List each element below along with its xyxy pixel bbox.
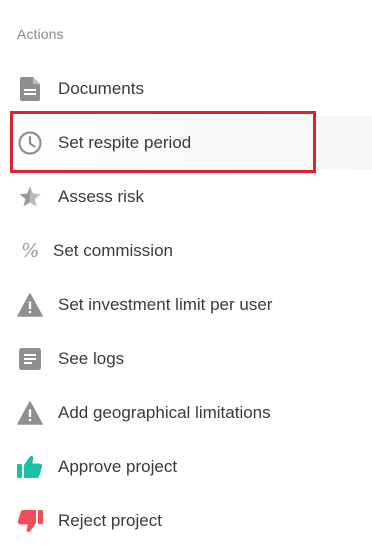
warning-icon [17,400,43,426]
action-label: Reject project [58,511,162,530]
action-label: Add geographical limitations [58,403,271,422]
action-label: Assess risk [58,187,144,206]
actions-section-title: Actions [17,26,64,42]
action-label: Approve project [58,457,178,476]
action-set-respite-period[interactable]: Set respite period [0,116,372,170]
action-add-geographical-limitations[interactable]: Add geographical limitations [0,386,372,440]
action-assess-risk[interactable]: Assess risk [0,170,372,224]
thumbs-up-icon [17,454,43,480]
action-set-commission[interactable]: % Set commission [0,224,372,278]
log-icon [17,346,43,372]
warning-icon [17,292,43,318]
action-label: Set respite period [58,133,192,152]
action-label: Set commission [53,241,173,260]
thumbs-down-icon [17,508,43,534]
action-approve-project[interactable]: Approve project [0,440,372,494]
action-documents[interactable]: Documents [0,62,372,116]
document-icon [17,76,43,102]
action-label: Documents [58,79,144,98]
action-reject-project[interactable]: Reject project [0,494,372,548]
action-set-investment-limit[interactable]: Set investment limit per user [0,278,372,332]
actions-list: Documents Set respite period Assess risk… [0,62,372,548]
clock-icon [17,130,43,156]
action-label: Set investment limit per user [58,295,273,314]
percent-icon: % [19,239,41,262]
action-see-logs[interactable]: See logs [0,332,372,386]
action-label: See logs [58,349,125,368]
star-icon [17,184,43,210]
